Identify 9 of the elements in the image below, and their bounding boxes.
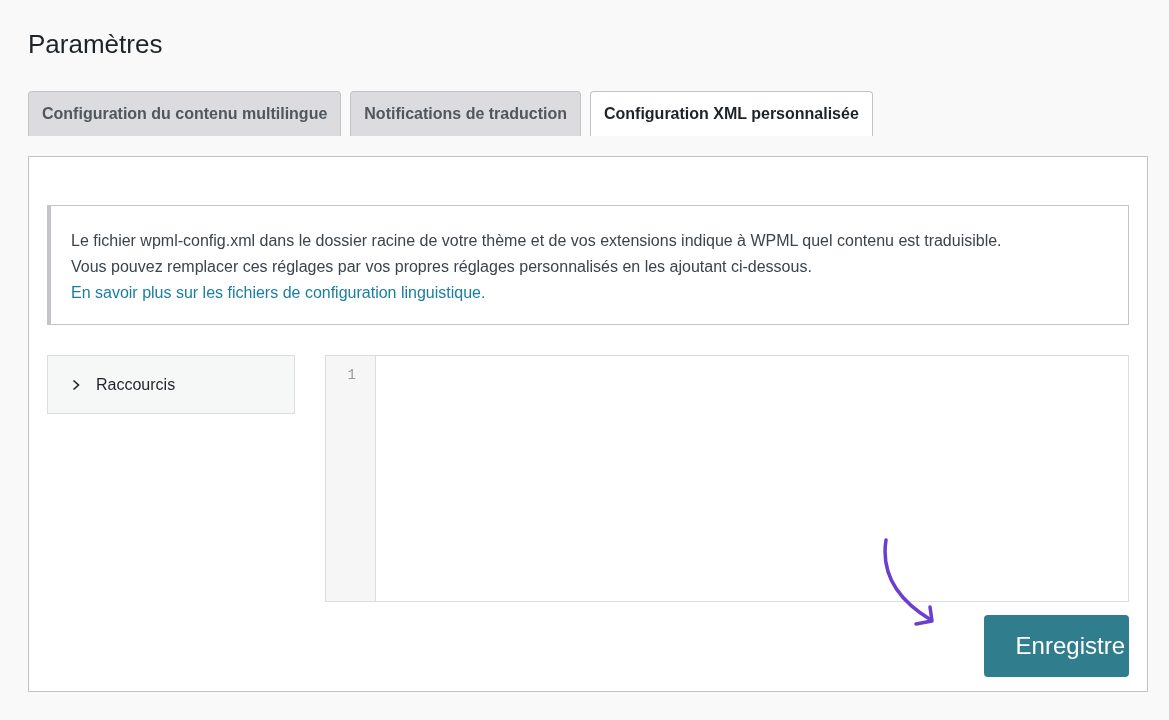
shortcuts-toggle[interactable]: Raccourcis — [47, 355, 295, 414]
save-button[interactable]: Enregistre — [984, 615, 1129, 677]
line-number: 1 — [347, 366, 356, 385]
tab[interactable]: Notifications de traduction — [350, 91, 581, 136]
page-title: Paramètres — [28, 28, 163, 61]
learn-more-link[interactable]: En savoir plus sur les fichiers de configuration linguistique. — [71, 284, 486, 301]
tab[interactable]: Configuration XML personnalisée — [589, 91, 873, 136]
tab[interactable]: Configuration du contenu multilingue — [28, 91, 342, 136]
notice-text: Le fichier wpml-config.xml dans le dossier racine de votre thème et de vos extensions indique à WPML quel contenu est traduisible. Vous pouvez remplacer ces réglages par vos propres réglages personnalisés en les ajoutant ci-dessous. — [71, 231, 1003, 277]
